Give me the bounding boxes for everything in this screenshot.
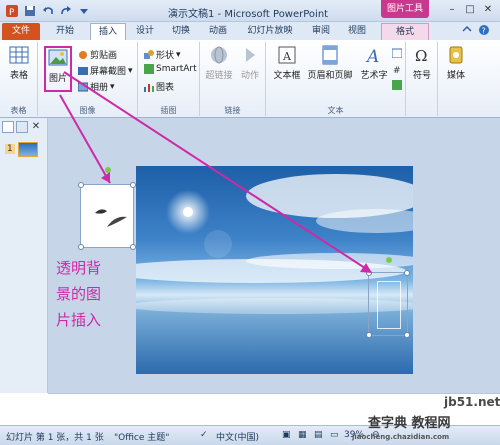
slide-info: 幻灯片 第 1 张，共 1 张 [6, 433, 104, 443]
theme-name: "Office 主题" [114, 433, 170, 443]
annotation-text: 透明背景的图片插入 [56, 259, 102, 329]
language: 中文(中国) [216, 433, 260, 443]
reading-view-icon[interactable]: ▤ [314, 430, 323, 440]
slideshow-view-icon[interactable]: ▭ [330, 430, 339, 440]
watermark-brand: 查字典 教程网 [368, 416, 451, 431]
annotation-arrows [59, 71, 372, 273]
watermark-site: jb51.net [444, 395, 500, 409]
spellcheck-icon[interactable]: ✓ [200, 430, 208, 440]
normal-view-icon[interactable]: ▣ [282, 430, 291, 440]
sorter-view-icon[interactable]: ▦ [298, 430, 307, 440]
watermark-url: jiaocheng.chazidian.com [352, 433, 450, 441]
